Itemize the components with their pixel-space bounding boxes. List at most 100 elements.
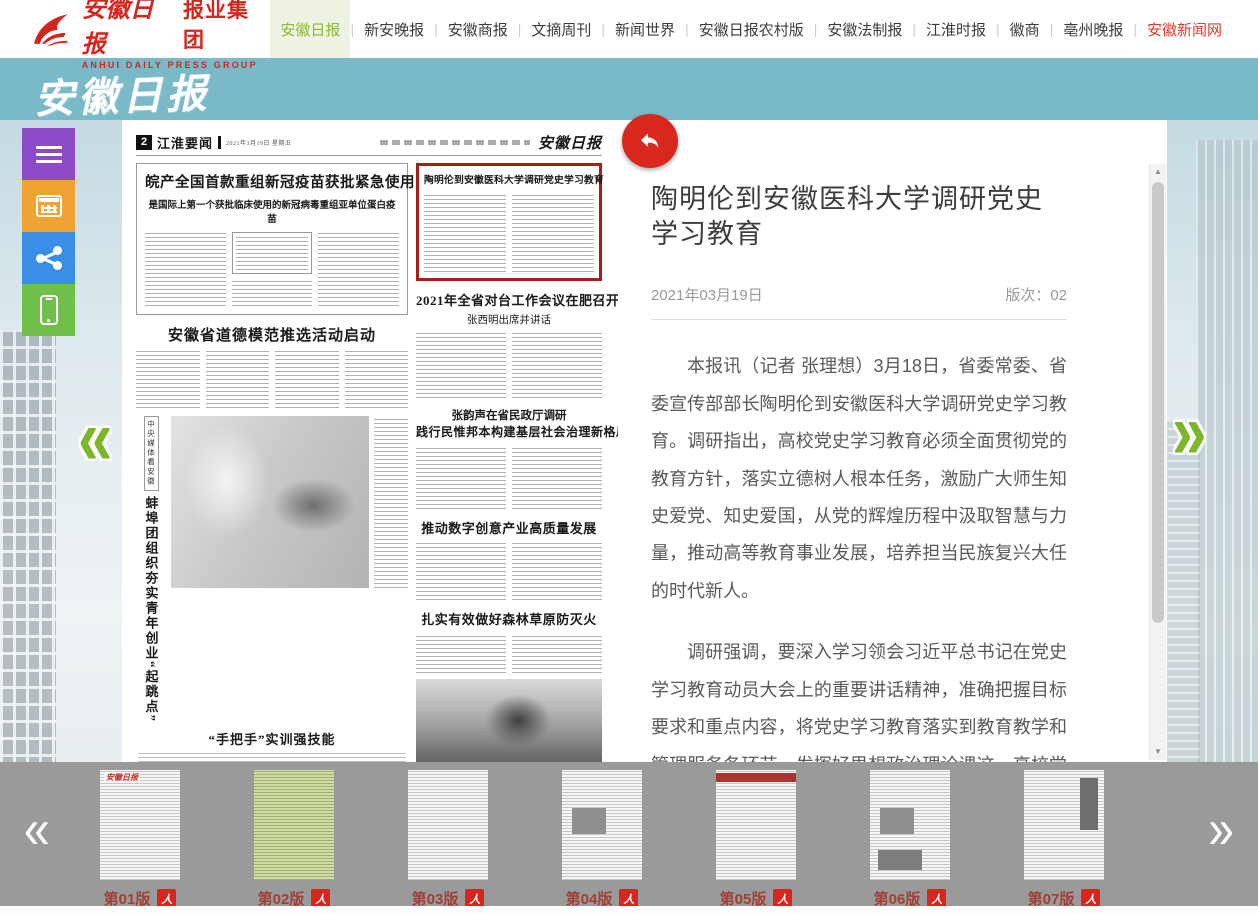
scrollbar-up-arrow[interactable]: ▲ <box>1150 164 1166 180</box>
mobile-icon <box>40 295 58 325</box>
page-thumbnail-03[interactable]: 第03版 人 <box>386 770 510 909</box>
highlighted-article-box[interactable]: 陶明伦到安徽医科大学调研党史学习教育 <box>416 163 602 281</box>
logo-cn: 安徽日报 <box>82 0 177 59</box>
newsprint-text-block <box>374 416 408 588</box>
paper-masthead: 安徽日报 <box>538 132 602 153</box>
newsprint-text-block <box>345 350 409 408</box>
side-toolbar <box>22 128 75 336</box>
thumbnails-scroll-left-arrow[interactable]: « <box>24 801 50 856</box>
zhang-research-article: 张韵声在省民政厅调研 践行民惟邦本构建基层社会治理新格局 <box>416 407 602 509</box>
newsprint-text-block <box>416 633 506 673</box>
thumbnails-scroll-right-arrow[interactable]: » <box>1208 801 1234 856</box>
logo-en: ANHUI DAILY PRESS GROUP <box>82 60 271 70</box>
newsprint-text-block <box>416 542 506 600</box>
nav-item-legal-news[interactable]: 安徽法制报 <box>817 0 912 58</box>
page-thumbnail-02[interactable]: 第02版 人 <box>232 770 356 909</box>
article-paragraph: 本报讯（记者 张理想）3月18日，省委常委、省委宣传部部长陶明伦到安徽医科大学调… <box>651 348 1067 610</box>
page-thumbnail-07[interactable]: 第07版 人 <box>1002 770 1126 909</box>
photo-credit-line <box>138 752 406 762</box>
moral-models-article: 安徽省道德模范推选活动启动 <box>136 324 408 408</box>
newsprint-text-block <box>416 332 506 398</box>
lead-headline: 皖产全国首款重组新冠疫苗获批紧急使用 <box>145 171 399 192</box>
publication-nav: 安徽日报 | 新安晚报 | 安徽商报 | 文摘周刊 | 新闻世界 | 安徽日报农… <box>270 0 1232 58</box>
logo-text: 安徽日报 报业集团 ANHUI DAILY PRESS GROUP <box>82 0 271 70</box>
central-media-tag: 中央媒体看安徽 <box>144 416 159 491</box>
page-thumbnail-01[interactable]: 安徽日报 第01版 人 <box>78 770 202 909</box>
scrollbar-down-arrow[interactable]: ▼ <box>1150 744 1166 760</box>
thumbnail-masthead: 安徽日报 <box>104 772 140 783</box>
robot-training-photo <box>171 416 369 588</box>
paper-rule <box>136 155 602 156</box>
reader-panel: 2 江淮要闻 2021年3月19日 星期五 安徽日报 皖产全国首款重组新冠疫苗获… <box>122 120 1167 762</box>
lead-article: 皖产全国首款重组新冠疫苗获批紧急使用 是国际上第一个获批临床使用的新冠病毒重组亚… <box>136 163 408 315</box>
newspaper-page-image[interactable]: 2 江淮要闻 2021年3月19日 星期五 安徽日报 皖产全国首款重组新冠疫苗获… <box>128 130 610 754</box>
newsprint-text-block <box>136 350 200 408</box>
digital-industry-article: 推动数字创意产业高质量发展 <box>416 518 602 600</box>
nav-item-news-world[interactable]: 新闻世界 <box>605 0 685 58</box>
menu-button[interactable] <box>22 128 75 180</box>
back-arrow-icon <box>637 128 663 154</box>
taiwan-headline: 2021年全省对台工作会议在肥召开 <box>416 290 602 309</box>
nav-item-digest-weekly[interactable]: 文摘周刊 <box>521 0 601 58</box>
taiwan-subheadline: 张西明出席并讲话 <box>416 312 602 327</box>
press-group-logo[interactable]: 安徽日报 报业集团 ANHUI DAILY PRESS GROUP <box>28 0 270 70</box>
masthead-calligraphy: 安徽日报 <box>33 61 211 125</box>
section-title: 江淮要闻 <box>157 133 213 152</box>
newsprint-text-block <box>424 192 506 272</box>
page-thumbnail-06[interactable]: 第06版 人 <box>848 770 972 909</box>
thumbnail-image <box>1024 770 1104 880</box>
thumbnail-image <box>870 770 950 880</box>
newsprint-text-column <box>232 232 313 306</box>
nav-item-anhui-news-net[interactable]: 安徽新闻网 <box>1137 0 1232 58</box>
nav-item-huishang[interactable]: 徽商 <box>1000 0 1050 58</box>
nav-item-xinan-evening[interactable]: 新安晚报 <box>354 0 434 58</box>
newsprint-text-block <box>275 350 339 408</box>
newsprint-text-block <box>145 232 226 306</box>
nav-item-anhui-daily[interactable]: 安徽日报 <box>270 0 350 58</box>
nav-item-bozhou-evening[interactable]: 亳州晚报 <box>1053 0 1133 58</box>
bengbu-vertical-headline: 蚌埠团组织夯实青年创业“起跳点” <box>142 496 161 723</box>
photo-caption: “手把手”实训强技能 <box>136 729 408 748</box>
excavator-photo <box>416 679 602 771</box>
newsprint-text-block <box>512 332 602 398</box>
digital-headline: 推动数字创意产业高质量发展 <box>416 518 602 537</box>
nav-item-rural-edition[interactable]: 安徽日报农村版 <box>689 0 814 58</box>
nav-item-jianghuai-times[interactable]: 江淮时报 <box>916 0 996 58</box>
page-thumbnail-04[interactable]: 第04版 人 <box>540 770 664 909</box>
newsprint-text-block <box>512 633 602 673</box>
article-scrollbar[interactable]: ▲ ▼ <box>1149 164 1166 760</box>
share-icon <box>36 246 62 270</box>
newsprint-text-block <box>512 445 602 509</box>
newsprint-text-block <box>206 350 270 408</box>
paper-date-line: 2021年3月19日 星期五 <box>226 138 292 147</box>
thumbnail-image: 安徽日报 <box>100 770 180 880</box>
article-title: 陶明伦到安徽医科大学调研党史学习教育 <box>651 182 1067 252</box>
taiwan-meeting-article: 2021年全省对台工作会议在肥召开 张西明出席并讲话 <box>416 290 602 398</box>
share-button[interactable] <box>22 232 75 284</box>
page-thumbnail-05[interactable]: 第05版 人 <box>694 770 818 909</box>
thumbnail-image <box>562 770 642 880</box>
photo-story-row: 中央媒体看安徽 蚌埠团组织夯实青年创业“起跳点” <box>136 416 408 723</box>
boxed-quote <box>232 232 313 274</box>
next-page-arrow[interactable]: » <box>1172 394 1206 472</box>
calendar-button[interactable] <box>22 180 75 232</box>
newsprint-text-block <box>232 279 313 306</box>
logo-cn2: 报业集团 <box>183 0 270 54</box>
article-divider <box>651 319 1067 320</box>
page-number-badge: 2 <box>136 135 152 150</box>
newspaper-page-header: 2 江淮要闻 2021年3月19日 星期五 安徽日报 <box>136 132 602 152</box>
newsprint-text-block <box>318 232 399 306</box>
article-date: 2021年03月19日 <box>651 284 763 305</box>
mobile-button[interactable] <box>22 284 75 336</box>
article-edition: 版次：02 <box>1005 284 1067 305</box>
thumbnail-image <box>716 770 796 880</box>
previous-page-arrow[interactable]: « <box>78 400 112 478</box>
nav-item-anhui-business[interactable]: 安徽商报 <box>438 0 518 58</box>
top-header: 安徽日报 报业集团 ANHUI DAILY PRESS GROUP 安徽日报 |… <box>0 0 1258 58</box>
back-button[interactable] <box>622 114 678 168</box>
forest-headline: 扎实有效做好森林草原防灭火 <box>416 609 602 628</box>
scrollbar-thumb[interactable] <box>1152 182 1164 623</box>
paper-nav-links-placeholder <box>380 140 530 145</box>
thumbnail-image <box>254 770 334 880</box>
moral-headline: 安徽省道德模范推选活动启动 <box>136 324 408 345</box>
